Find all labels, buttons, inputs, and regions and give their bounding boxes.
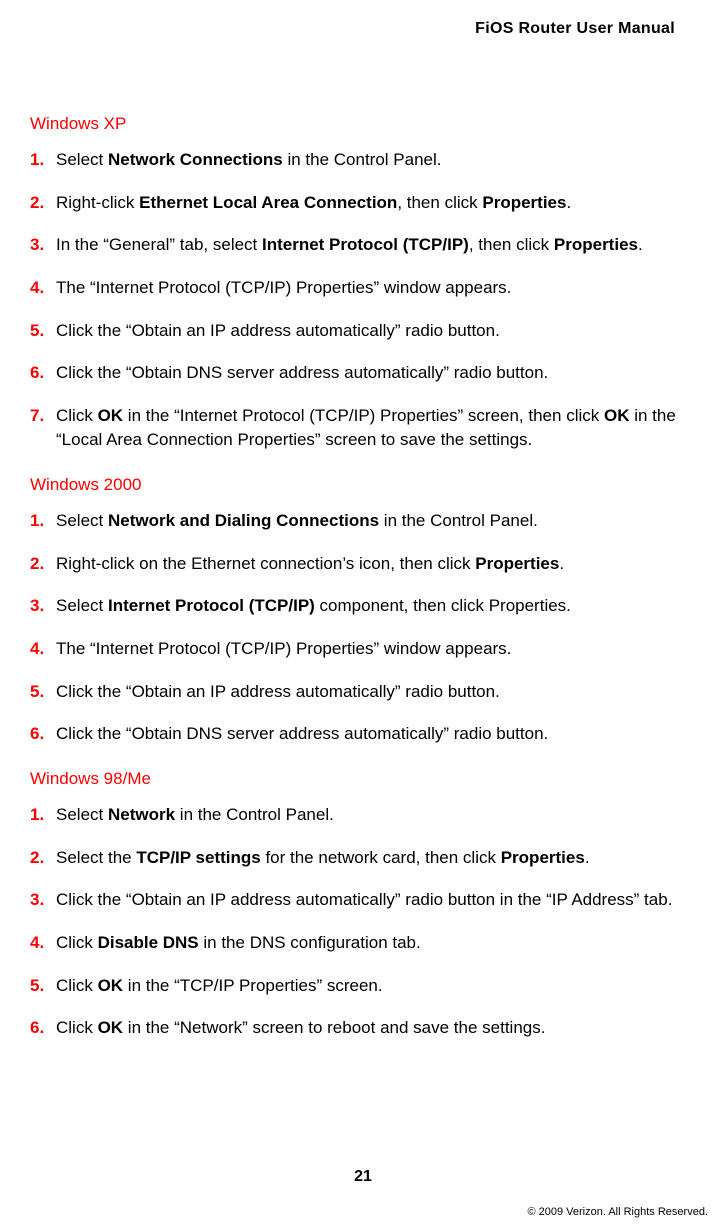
section-heading: Windows 98/Me xyxy=(30,769,678,789)
list-item: 1.Select Network and Dialing Connections… xyxy=(30,509,678,534)
step-number: 7. xyxy=(30,404,56,429)
step-body: Click OK in the “Internet Protocol (TCP/… xyxy=(56,404,678,453)
step-number: 2. xyxy=(30,846,56,871)
step-body: Click the “Obtain an IP address automati… xyxy=(56,680,678,705)
list-item: 1.Select Network in the Control Panel. xyxy=(30,803,678,828)
steps-list: 1.Select Network in the Control Panel. 2… xyxy=(30,803,678,1041)
list-item: 4.The “Internet Protocol (TCP/IP) Proper… xyxy=(30,276,678,301)
step-number: 5. xyxy=(30,680,56,705)
step-body: Select Network Connections in the Contro… xyxy=(56,148,678,173)
step-number: 4. xyxy=(30,637,56,662)
step-body: The “Internet Protocol (TCP/IP) Properti… xyxy=(56,276,678,301)
section-windows-xp: Windows XP 1.Select Network Connections … xyxy=(30,114,678,453)
list-item: 3.Select Internet Protocol (TCP/IP) comp… xyxy=(30,594,678,619)
step-body: Click the “Obtain an IP address automati… xyxy=(56,888,678,913)
list-item: 5.Click the “Obtain an IP address automa… xyxy=(30,319,678,344)
list-item: 6.Click the “Obtain DNS server address a… xyxy=(30,722,678,747)
step-body: Right-click Ethernet Local Area Connecti… xyxy=(56,191,678,216)
step-body: Select the TCP/IP settings for the netwo… xyxy=(56,846,678,871)
step-number: 4. xyxy=(30,276,56,301)
list-item: 7.Click OK in the “Internet Protocol (TC… xyxy=(30,404,678,453)
step-body: Click the “Obtain DNS server address aut… xyxy=(56,722,678,747)
list-item: 4.Click Disable DNS in the DNS configura… xyxy=(30,931,678,956)
steps-list: 1.Select Network Connections in the Cont… xyxy=(30,148,678,453)
list-item: 4.The “Internet Protocol (TCP/IP) Proper… xyxy=(30,637,678,662)
step-body: Select Internet Protocol (TCP/IP) compon… xyxy=(56,594,678,619)
list-item: 2.Right-click on the Ethernet connection… xyxy=(30,552,678,577)
step-body: In the “General” tab, select Internet Pr… xyxy=(56,233,678,258)
step-body: Select Network in the Control Panel. xyxy=(56,803,678,828)
step-number: 1. xyxy=(30,509,56,534)
list-item: 2.Select the TCP/IP settings for the net… xyxy=(30,846,678,871)
step-number: 6. xyxy=(30,361,56,386)
page-number: 21 xyxy=(0,1168,726,1186)
step-number: 5. xyxy=(30,974,56,999)
step-number: 3. xyxy=(30,888,56,913)
list-item: 2.Right-click Ethernet Local Area Connec… xyxy=(30,191,678,216)
steps-list: 1.Select Network and Dialing Connections… xyxy=(30,509,678,747)
step-number: 6. xyxy=(30,1016,56,1041)
section-heading: Windows XP xyxy=(30,114,678,134)
step-number: 2. xyxy=(30,552,56,577)
list-item: 6.Click the “Obtain DNS server address a… xyxy=(30,361,678,386)
copyright-text: © 2009 Verizon. All Rights Reserved. xyxy=(527,1206,708,1218)
list-item: 5.Click OK in the “TCP/IP Properties” sc… xyxy=(30,974,678,999)
list-item: 5.Click the “Obtain an IP address automa… xyxy=(30,680,678,705)
page-content: FiOS Router User Manual Windows XP 1.Sel… xyxy=(0,0,726,1041)
list-item: 1.Select Network Connections in the Cont… xyxy=(30,148,678,173)
step-body: Click OK in the “Network” screen to rebo… xyxy=(56,1016,678,1041)
step-body: Click Disable DNS in the DNS configurati… xyxy=(56,931,678,956)
list-item: 3.In the “General” tab, select Internet … xyxy=(30,233,678,258)
step-number: 2. xyxy=(30,191,56,216)
step-body: Click OK in the “TCP/IP Properties” scre… xyxy=(56,974,678,999)
section-heading: Windows 2000 xyxy=(30,475,678,495)
step-number: 5. xyxy=(30,319,56,344)
list-item: 3.Click the “Obtain an IP address automa… xyxy=(30,888,678,913)
step-body: Click the “Obtain DNS server address aut… xyxy=(56,361,678,386)
step-number: 1. xyxy=(30,803,56,828)
step-number: 1. xyxy=(30,148,56,173)
step-body: Click the “Obtain an IP address automati… xyxy=(56,319,678,344)
step-number: 3. xyxy=(30,594,56,619)
section-windows-2000: Windows 2000 1.Select Network and Dialin… xyxy=(30,475,678,747)
step-body: Select Network and Dialing Connections i… xyxy=(56,509,678,534)
step-body: Right-click on the Ethernet connection’s… xyxy=(56,552,678,577)
step-number: 4. xyxy=(30,931,56,956)
manual-title: FiOS Router User Manual xyxy=(30,20,678,38)
section-windows-98me: Windows 98/Me 1.Select Network in the Co… xyxy=(30,769,678,1041)
step-body: The “Internet Protocol (TCP/IP) Properti… xyxy=(56,637,678,662)
list-item: 6.Click OK in the “Network” screen to re… xyxy=(30,1016,678,1041)
step-number: 6. xyxy=(30,722,56,747)
step-number: 3. xyxy=(30,233,56,258)
